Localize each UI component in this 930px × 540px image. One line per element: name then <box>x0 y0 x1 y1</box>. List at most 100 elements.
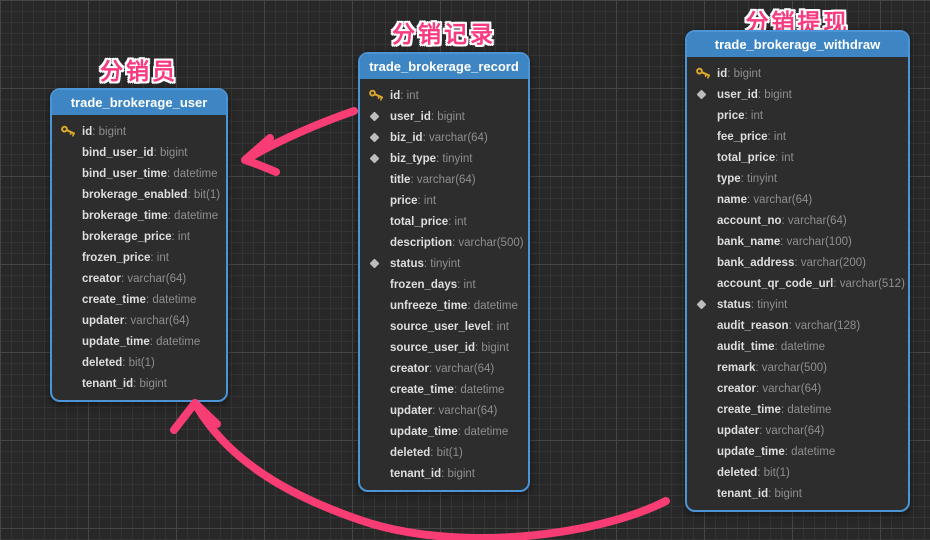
field-row-update_time[interactable]: update_time: datetime <box>52 331 226 352</box>
field-name: user_id <box>717 89 758 101</box>
fk-diamond-icon <box>695 91 717 98</box>
field-row-frozen_days[interactable]: frozen_days: int <box>360 274 528 295</box>
field-row-biz_id[interactable]: biz_id: varchar(64) <box>360 127 528 148</box>
field-name: source_user_level <box>390 321 490 333</box>
table-body-record: id: intuser_id: bigintbiz_id: varchar(64… <box>360 79 528 490</box>
field-row-deleted[interactable]: deleted: bit(1) <box>687 462 908 483</box>
field-row-updater[interactable]: updater: varchar(64) <box>360 400 528 421</box>
field-name: audit_reason <box>717 320 789 332</box>
field-row-user_id[interactable]: user_id: bigint <box>687 84 908 105</box>
field-type: : datetime <box>467 300 518 312</box>
field-row-deleted[interactable]: deleted: bit(1) <box>52 352 226 373</box>
field-row-updater[interactable]: updater: varchar(64) <box>687 420 908 441</box>
field-row-bind_user_time[interactable]: bind_user_time: datetime <box>52 163 226 184</box>
field-row-source_user_level[interactable]: source_user_level: int <box>360 316 528 337</box>
field-name: tenant_id <box>390 468 441 480</box>
field-name: bank_address <box>717 257 794 269</box>
field-row-account_qr_code_url[interactable]: account_qr_code_url: varchar(512) <box>687 273 908 294</box>
field-name: frozen_price <box>82 252 150 264</box>
table-header-record[interactable]: trade_brokerage_record <box>360 54 528 79</box>
field-row-brokerage_price[interactable]: brokerage_price: int <box>52 226 226 247</box>
field-row-audit_reason[interactable]: audit_reason: varchar(128) <box>687 315 908 336</box>
field-row-remark[interactable]: remark: varchar(500) <box>687 357 908 378</box>
field-type: : int <box>448 216 467 228</box>
field-row-create_time[interactable]: create_time: datetime <box>360 379 528 400</box>
field-type: : tinyint <box>751 299 787 311</box>
field-name: status <box>717 299 751 311</box>
field-row-price[interactable]: price: int <box>687 105 908 126</box>
field-row-account_no[interactable]: account_no: varchar(64) <box>687 210 908 231</box>
arrow-record-to-user-icon[interactable] <box>245 111 354 172</box>
field-type: : bigint <box>441 468 475 480</box>
field-row-deleted[interactable]: deleted: bit(1) <box>360 442 528 463</box>
field-row-audit_time[interactable]: audit_time: datetime <box>687 336 908 357</box>
field-row-description[interactable]: description: varchar(500) <box>360 232 528 253</box>
table-card-record[interactable]: trade_brokerage_record id: intuser_id: b… <box>358 52 530 492</box>
field-row-id[interactable]: id: bigint <box>687 63 908 84</box>
field-name: id <box>390 90 400 102</box>
table-label-record[interactable]: 分销记录 <box>358 15 530 49</box>
field-row-tenant_id[interactable]: tenant_id: bigint <box>52 373 226 394</box>
table-label-user[interactable]: 分销员 <box>50 52 228 86</box>
table-card-withdraw[interactable]: trade_brokerage_withdraw id: bigintuser_… <box>685 30 910 512</box>
field-row-creator[interactable]: creator: varchar(64) <box>687 378 908 399</box>
field-type: : datetime <box>775 341 826 353</box>
field-row-updater[interactable]: updater: varchar(64) <box>52 310 226 331</box>
field-row-type[interactable]: type: tinyint <box>687 168 908 189</box>
field-row-total_price[interactable]: total_price: int <box>360 211 528 232</box>
field-row-tenant_id[interactable]: tenant_id: bigint <box>687 483 908 504</box>
field-row-id[interactable]: id: int <box>360 85 528 106</box>
field-row-brokerage_enabled[interactable]: brokerage_enabled: bit(1) <box>52 184 226 205</box>
field-name: update_time <box>717 446 785 458</box>
field-name: tenant_id <box>717 488 768 500</box>
field-row-update_time[interactable]: update_time: datetime <box>360 421 528 442</box>
field-type: : bit(1) <box>430 447 463 459</box>
field-type: : varchar(64) <box>782 215 847 227</box>
field-row-source_user_id[interactable]: source_user_id: bigint <box>360 337 528 358</box>
diagram-canvas: 分销员 分销记录 分销提现 trade_brokerage_user id: b… <box>0 0 930 540</box>
field-row-name[interactable]: name: varchar(64) <box>687 189 908 210</box>
field-row-user_id[interactable]: user_id: bigint <box>360 106 528 127</box>
field-row-creator[interactable]: creator: varchar(64) <box>52 268 226 289</box>
field-type: : bigint <box>768 488 802 500</box>
field-row-update_time[interactable]: update_time: datetime <box>687 441 908 462</box>
table-header-withdraw[interactable]: trade_brokerage_withdraw <box>687 32 908 57</box>
field-row-creator[interactable]: creator: varchar(64) <box>360 358 528 379</box>
field-row-status[interactable]: status: tinyint <box>687 294 908 315</box>
field-row-fee_price[interactable]: fee_price: int <box>687 126 908 147</box>
field-type: : varchar(500) <box>452 237 524 249</box>
field-row-price[interactable]: price: int <box>360 190 528 211</box>
field-name: account_no <box>717 215 782 227</box>
field-row-create_time[interactable]: create_time: datetime <box>52 289 226 310</box>
field-row-brokerage_time[interactable]: brokerage_time: datetime <box>52 205 226 226</box>
field-type: : tinyint <box>436 153 472 165</box>
field-name: create_time <box>717 404 781 416</box>
field-row-bind_user_id[interactable]: bind_user_id: bigint <box>52 142 226 163</box>
field-name: brokerage_time <box>82 210 168 222</box>
field-type: : bigint <box>475 342 509 354</box>
field-name: bind_user_time <box>82 168 167 180</box>
table-card-user[interactable]: trade_brokerage_user id: bigintbind_user… <box>50 88 228 402</box>
field-name: bank_name <box>717 236 780 248</box>
field-name: bind_user_id <box>82 147 154 159</box>
field-row-frozen_price[interactable]: frozen_price: int <box>52 247 226 268</box>
field-name: id <box>82 126 92 138</box>
field-row-bank_address[interactable]: bank_address: varchar(200) <box>687 252 908 273</box>
field-row-status[interactable]: status: tinyint <box>360 253 528 274</box>
field-row-create_time[interactable]: create_time: datetime <box>687 399 908 420</box>
field-name: biz_type <box>390 153 436 165</box>
field-name: tenant_id <box>82 378 133 390</box>
field-row-title[interactable]: title: varchar(64) <box>360 169 528 190</box>
field-type: : bigint <box>431 111 465 123</box>
field-row-total_price[interactable]: total_price: int <box>687 147 908 168</box>
table-header-user[interactable]: trade_brokerage_user <box>52 90 226 115</box>
field-row-unfreeze_time[interactable]: unfreeze_time: datetime <box>360 295 528 316</box>
field-row-bank_name[interactable]: bank_name: varchar(100) <box>687 231 908 252</box>
field-row-biz_type[interactable]: biz_type: tinyint <box>360 148 528 169</box>
field-name: account_qr_code_url <box>717 278 833 290</box>
fk-diamond-icon <box>368 260 390 267</box>
field-row-id[interactable]: id: bigint <box>52 121 226 142</box>
field-type: : tinyint <box>424 258 460 270</box>
field-type: : varchar(128) <box>789 320 861 332</box>
field-row-tenant_id[interactable]: tenant_id: bigint <box>360 463 528 484</box>
